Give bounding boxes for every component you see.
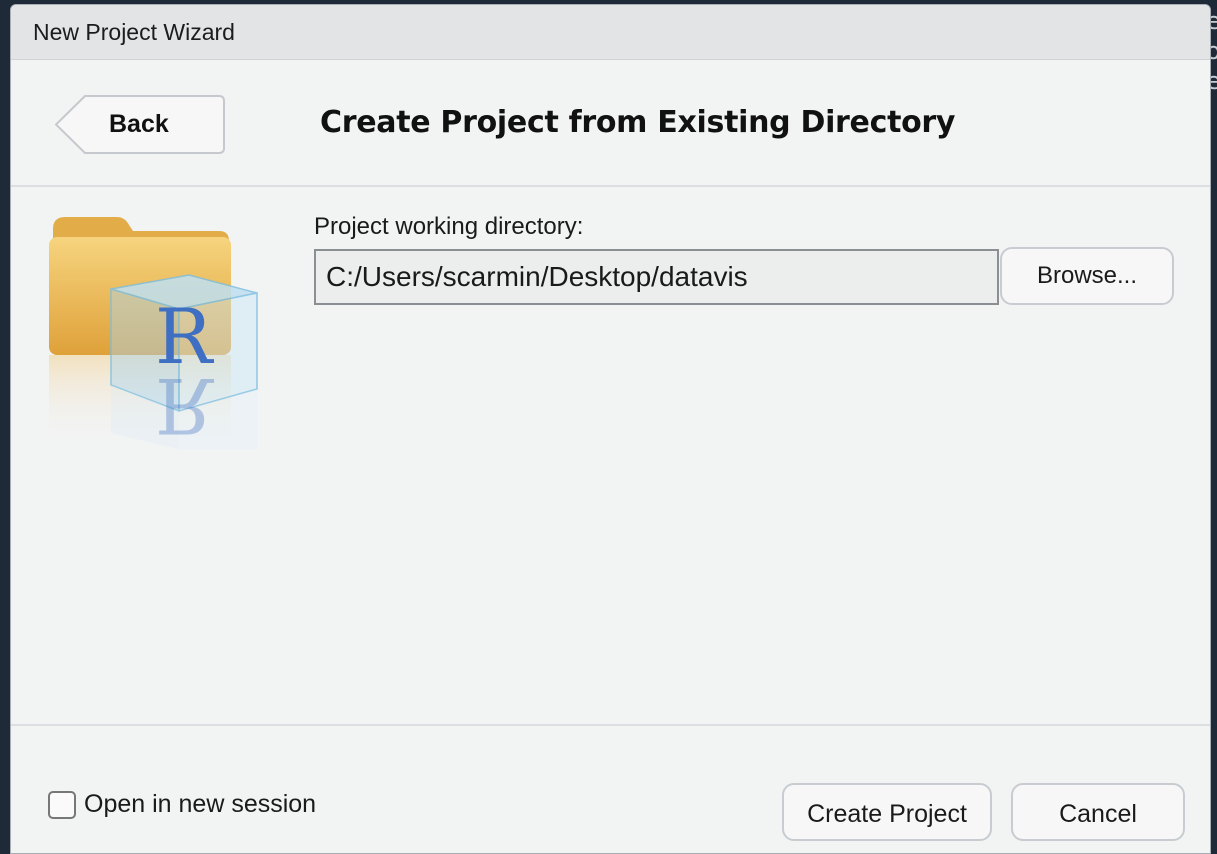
wizard-header: Back Create Project from Existing Direct…	[11, 61, 1210, 187]
wizard-page-title: Create Project from Existing Directory	[320, 105, 956, 140]
dialog-title: New Project Wizard	[33, 18, 235, 45]
r-letter-reflection: R	[155, 361, 215, 449]
open-new-session-option[interactable]: Open in new session	[48, 790, 316, 819]
r-project-folder-icon: R R	[47, 213, 261, 450]
create-project-button[interactable]: Create Project	[782, 783, 992, 841]
back-button-label: Back	[109, 110, 169, 138]
footer-divider	[11, 724, 1210, 726]
dialog-titlebar: New Project Wizard	[11, 5, 1210, 60]
open-new-session-label: Open in new session	[84, 790, 317, 818]
open-new-session-checkbox[interactable]	[48, 790, 76, 819]
browse-button[interactable]: Browse...	[1000, 247, 1174, 305]
new-project-dialog: New Project Wizard Back Create Project f…	[10, 4, 1211, 854]
cancel-button[interactable]: Cancel	[1011, 783, 1185, 841]
directory-label: Project working directory:	[314, 213, 584, 240]
back-button[interactable]: Back	[55, 95, 225, 154]
directory-field[interactable]	[314, 249, 999, 305]
